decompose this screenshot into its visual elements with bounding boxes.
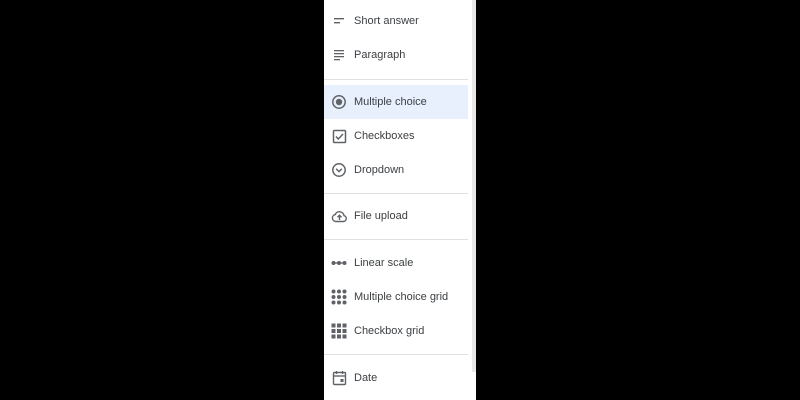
menu-item-label: Paragraph bbox=[354, 49, 406, 61]
menu-item-label: Multiple choice grid bbox=[354, 291, 449, 303]
menu-item-label: Dropdown bbox=[354, 164, 405, 176]
scrollbar[interactable] bbox=[472, 0, 476, 372]
menu-item-paragraph[interactable]: Paragraph bbox=[324, 38, 468, 72]
dots-grid-icon bbox=[324, 289, 354, 305]
short-answer-icon bbox=[324, 14, 354, 28]
dropdown-icon bbox=[324, 162, 354, 178]
menu-item-label: Linear scale bbox=[354, 257, 414, 269]
menu-item-file-upload[interactable]: File upload bbox=[324, 199, 468, 233]
menu-item-label: Checkboxes bbox=[354, 130, 415, 142]
menu-item-label: Multiple choice bbox=[354, 96, 427, 108]
divider bbox=[324, 239, 468, 240]
question-type-menu: Short answer Paragraph Multiple choice C… bbox=[324, 0, 476, 400]
checkbox-icon bbox=[324, 129, 354, 144]
menu-item-multiple-choice[interactable]: Multiple choice bbox=[324, 85, 468, 119]
menu-item-label: Date bbox=[354, 372, 378, 384]
menu-item-checkbox-grid[interactable]: Checkbox grid bbox=[324, 314, 468, 348]
menu-item-multiple-choice-grid[interactable]: Multiple choice grid bbox=[324, 280, 468, 314]
menu-item-dropdown[interactable]: Dropdown bbox=[324, 153, 468, 187]
menu-item-date[interactable]: Date bbox=[324, 361, 468, 395]
menu-item-checkboxes[interactable]: Checkboxes bbox=[324, 119, 468, 153]
cloud-upload-icon bbox=[324, 209, 354, 224]
divider bbox=[324, 193, 468, 194]
divider bbox=[324, 354, 468, 355]
paragraph-icon bbox=[324, 48, 354, 62]
menu-item-label: Short answer bbox=[354, 15, 419, 27]
divider bbox=[324, 79, 468, 80]
calendar-icon bbox=[324, 370, 354, 386]
linear-scale-icon bbox=[324, 258, 354, 268]
menu-item-linear-scale[interactable]: Linear scale bbox=[324, 246, 468, 280]
menu-item-label: Checkbox grid bbox=[354, 325, 425, 337]
menu-item-label: File upload bbox=[354, 210, 408, 222]
checkbox-grid-icon bbox=[324, 323, 354, 339]
radio-button-icon bbox=[324, 94, 354, 110]
menu-item-short-answer[interactable]: Short answer bbox=[324, 4, 468, 38]
